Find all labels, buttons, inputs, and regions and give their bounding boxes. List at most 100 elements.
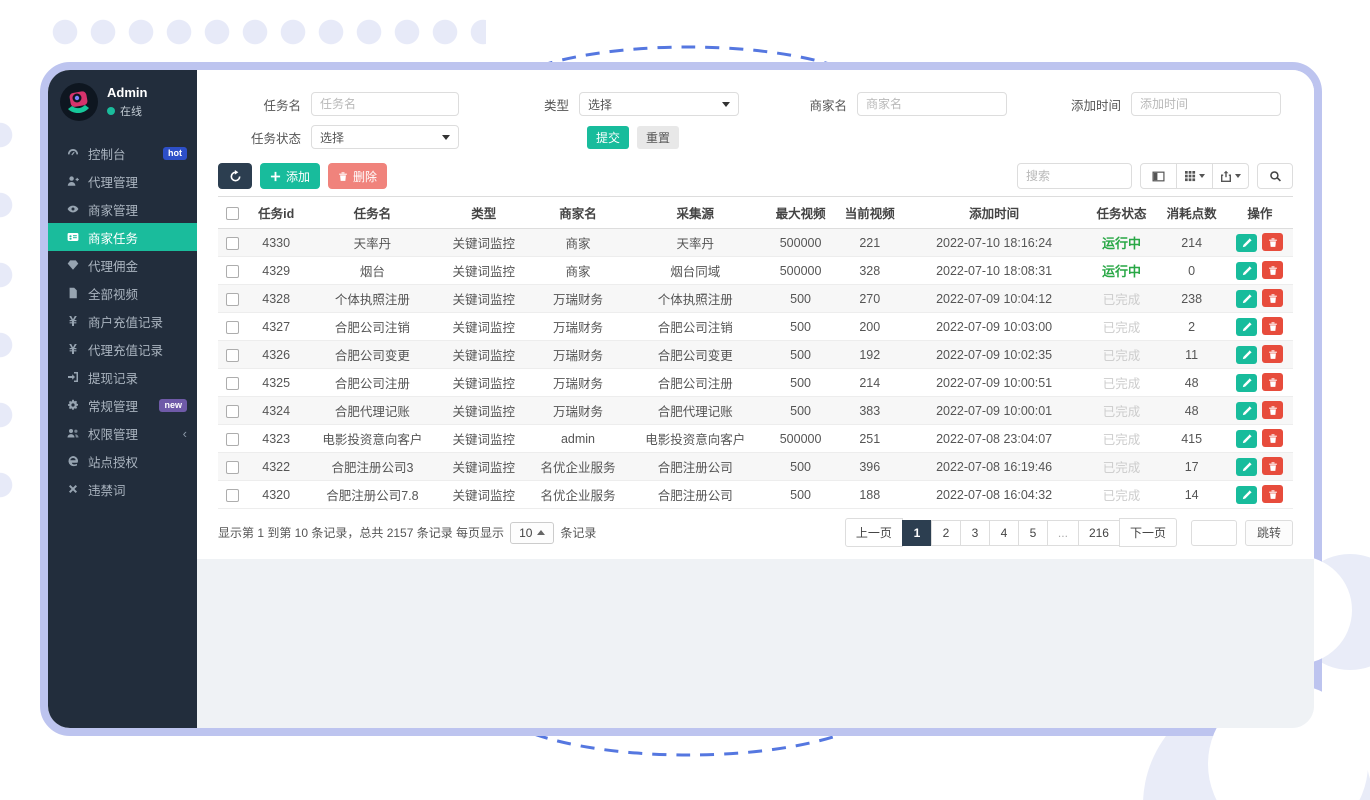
cell-source: 合肥公司变更 bbox=[627, 341, 763, 369]
row-checkbox[interactable] bbox=[226, 433, 239, 446]
sidebar-item-label: 代理管理 bbox=[88, 172, 138, 191]
sidebar-item-dashboard[interactable]: 控制台hot bbox=[48, 139, 197, 167]
page-button-4[interactable]: 4 bbox=[989, 520, 1019, 546]
reset-button[interactable]: 重置 bbox=[637, 126, 679, 149]
page-button-2[interactable]: 2 bbox=[931, 520, 961, 546]
cell-source: 电影投资意向客户 bbox=[627, 425, 763, 453]
export-dropdown-button[interactable] bbox=[1212, 163, 1249, 189]
next-page-button[interactable]: 下一页 bbox=[1119, 518, 1177, 547]
cell-type: 关键词监控 bbox=[439, 257, 529, 285]
merchant-input[interactable] bbox=[857, 92, 1007, 116]
row-checkbox[interactable] bbox=[226, 349, 239, 362]
header-row: 任务id任务名类型商家名采集源最大视频当前视频添加时间任务状态消耗点数操作 bbox=[218, 197, 1293, 229]
sidebar-item-all-videos[interactable]: 全部视频 bbox=[48, 279, 197, 307]
detail-view-button[interactable] bbox=[1140, 163, 1177, 189]
type-select[interactable]: 选择 bbox=[579, 92, 739, 116]
sidebar-item-agent-recharge[interactable]: 代理充值记录 bbox=[48, 335, 197, 363]
cell-type: 关键词监控 bbox=[439, 425, 529, 453]
row-checkbox[interactable] bbox=[226, 461, 239, 474]
column-header: 任务id bbox=[246, 197, 306, 229]
row-checkbox[interactable] bbox=[226, 405, 239, 418]
table-row: 4320合肥注册公司7.8关键词监控名优企业服务合肥注册公司5001882022… bbox=[218, 481, 1293, 509]
row-checkbox[interactable] bbox=[226, 489, 239, 502]
avatar bbox=[60, 83, 98, 121]
prev-page-button[interactable]: 上一页 bbox=[845, 518, 903, 547]
cell-add-time: 2022-07-08 16:04:32 bbox=[902, 481, 1087, 509]
submit-button[interactable]: 提交 bbox=[587, 126, 629, 149]
search-button[interactable] bbox=[1257, 163, 1293, 189]
page-button-3[interactable]: 3 bbox=[960, 520, 990, 546]
cell-checkbox bbox=[218, 257, 246, 285]
add-time-input[interactable] bbox=[1131, 92, 1281, 116]
edit-button[interactable] bbox=[1236, 458, 1257, 476]
delete-button[interactable] bbox=[1262, 345, 1283, 363]
sidebar: Admin 在线 控制台hot代理管理商家管理商家任务代理佣金全部视频商户充值记… bbox=[48, 70, 197, 728]
delete-button[interactable] bbox=[1262, 289, 1283, 307]
edit-button[interactable] bbox=[1236, 402, 1257, 420]
delete-button[interactable] bbox=[1262, 401, 1283, 419]
select-all-checkbox[interactable] bbox=[226, 207, 239, 220]
sidebar-item-site-auth[interactable]: 站点授权 bbox=[48, 447, 197, 475]
sidebar-item-merchant-manage[interactable]: 商家管理 bbox=[48, 195, 197, 223]
online-dot-icon bbox=[107, 107, 115, 115]
refresh-button[interactable] bbox=[218, 163, 252, 189]
delete-button[interactable] bbox=[1262, 373, 1283, 391]
delete-button[interactable] bbox=[1262, 261, 1283, 279]
edit-button[interactable] bbox=[1236, 290, 1257, 308]
add-button[interactable]: 添加 bbox=[260, 163, 320, 189]
task-status-label: 任务状态 bbox=[218, 128, 311, 147]
edit-button[interactable] bbox=[1236, 430, 1257, 448]
sidebar-item-general-manage[interactable]: 常规管理new bbox=[48, 391, 197, 419]
sidebar-item-merchant-recharge[interactable]: 商户充值记录 bbox=[48, 307, 197, 335]
table-search-input[interactable] bbox=[1017, 163, 1132, 189]
page-button-216[interactable]: 216 bbox=[1078, 520, 1120, 546]
edit-button[interactable] bbox=[1236, 374, 1257, 392]
cell-actions bbox=[1227, 257, 1293, 285]
row-checkbox[interactable] bbox=[226, 265, 239, 278]
sidebar-item-withdraw-records[interactable]: 提现记录 bbox=[48, 363, 197, 391]
search-icon bbox=[1269, 170, 1282, 183]
edit-button[interactable] bbox=[1236, 346, 1257, 364]
merchant-filter: 商家名 bbox=[739, 92, 1007, 116]
user-plus-icon bbox=[65, 175, 80, 187]
page-button-5[interactable]: 5 bbox=[1018, 520, 1048, 546]
sidebar-item-agent-manage[interactable]: 代理管理 bbox=[48, 167, 197, 195]
table-row: 4327合肥公司注销关键词监控万瑞财务合肥公司注销5002002022-07-0… bbox=[218, 313, 1293, 341]
row-checkbox[interactable] bbox=[226, 321, 239, 334]
cell-merchant: 商家 bbox=[529, 229, 627, 257]
sidebar-item-merchant-tasks[interactable]: 商家任务 bbox=[48, 223, 197, 251]
cell-max-videos: 500000 bbox=[763, 229, 837, 257]
task-name-input[interactable] bbox=[311, 92, 459, 116]
edit-button[interactable] bbox=[1236, 262, 1257, 280]
edit-button[interactable] bbox=[1236, 318, 1257, 336]
delete-button[interactable] bbox=[1262, 485, 1283, 503]
delete-button[interactable] bbox=[1262, 457, 1283, 475]
jump-page-input[interactable] bbox=[1191, 520, 1237, 546]
row-checkbox[interactable] bbox=[226, 237, 239, 250]
cell-task-name: 合肥代理记账 bbox=[306, 397, 438, 425]
edit-button[interactable] bbox=[1236, 234, 1257, 252]
row-checkbox[interactable] bbox=[226, 293, 239, 306]
delete-selected-button[interactable]: 删除 bbox=[328, 163, 387, 189]
cell-max-videos: 500000 bbox=[763, 425, 837, 453]
columns-dropdown-button[interactable] bbox=[1176, 163, 1213, 189]
task-status-select[interactable]: 选择 bbox=[311, 125, 459, 149]
filter-row-1: 任务名 类型 选择 商家名 添加时 bbox=[218, 92, 1293, 116]
page-button-1[interactable]: 1 bbox=[902, 520, 932, 546]
type-select-value: 选择 bbox=[588, 96, 612, 113]
row-checkbox[interactable] bbox=[226, 377, 239, 390]
jump-button[interactable]: 跳转 bbox=[1245, 520, 1293, 546]
delete-button[interactable] bbox=[1262, 233, 1283, 251]
sidebar-item-permission-manage[interactable]: 权限管理‹ bbox=[48, 419, 197, 447]
delete-button[interactable] bbox=[1262, 317, 1283, 335]
sidebar-item-agent-commission[interactable]: 代理佣金 bbox=[48, 251, 197, 279]
sidebar-item-banned-words[interactable]: 违禁词 bbox=[48, 475, 197, 503]
cell-actions bbox=[1227, 453, 1293, 481]
records-summary-suffix: 条记录 bbox=[560, 524, 596, 541]
page-size-select[interactable]: 10 bbox=[510, 522, 554, 544]
trash-icon bbox=[338, 171, 348, 182]
filter-row-2: 任务状态 选择 提交 重置 bbox=[218, 125, 1293, 149]
edit-button[interactable] bbox=[1236, 486, 1257, 504]
delete-button[interactable] bbox=[1262, 429, 1283, 447]
content-panel: 任务名 类型 选择 商家名 添加时 bbox=[197, 70, 1314, 559]
